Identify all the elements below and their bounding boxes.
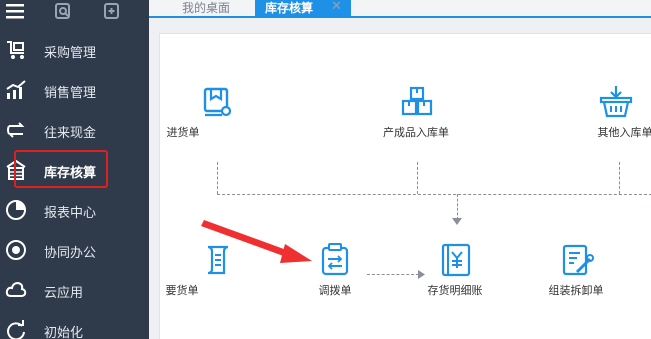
- menu-icon[interactable]: [6, 3, 24, 23]
- sales-chart-icon: [5, 79, 27, 101]
- refresh-icon: [5, 319, 27, 339]
- sidebar-item-sales[interactable]: 销售管理: [0, 70, 149, 110]
- flow-node-ledger[interactable]: 存货明细账: [400, 242, 510, 312]
- flow-node-label: 进货单: [166, 126, 200, 139]
- tab-label: 库存核算: [265, 1, 314, 15]
- annotation-arrow-icon: [201, 220, 312, 263]
- flow-node-finished-goods[interactable]: 产成品入库单: [362, 84, 472, 154]
- sidebar-toolbar: [0, 0, 149, 22]
- sidebar-item-label: 往来现金: [44, 126, 97, 141]
- add-page-icon[interactable]: [103, 3, 121, 23]
- clipboard-transfer-icon: [317, 242, 353, 278]
- exchange-arrows-icon: [5, 119, 27, 141]
- flow-node-label: 调拨单: [318, 284, 352, 297]
- pie-report-icon: [5, 199, 27, 221]
- flow-node-assembly[interactable]: 组装拆卸单: [519, 242, 629, 312]
- search-doc-icon[interactable]: [54, 3, 72, 23]
- sidebar-item-label: 云应用: [44, 286, 84, 301]
- ledger-yen-icon: [438, 242, 474, 278]
- flow-node-other-inbound[interactable]: 其他入库单: [564, 84, 651, 154]
- connector-line: [417, 162, 418, 194]
- sidebar-item-label: 采购管理: [44, 46, 97, 61]
- inventory-flow-panel: 进货单 产成品入库单 其他入库单 要货单 调拨单 存货明细账 组装拆卸单: [159, 33, 651, 339]
- collaboration-icon: [5, 239, 27, 261]
- tab-close-icon[interactable]: ✕: [331, 0, 342, 15]
- sidebar-item-label: 协同办公: [44, 246, 97, 261]
- sidebar-item-cash[interactable]: 往来现金: [0, 110, 149, 150]
- flow-node-label: 产成品入库单: [383, 126, 449, 139]
- sidebar-item-label: 初始化: [44, 326, 84, 339]
- assembly-doc-icon: [559, 242, 595, 278]
- flow-node-label: 存货明细账: [427, 284, 483, 297]
- flow-node-label: 要货单: [165, 284, 199, 297]
- arrow-down-icon: [452, 218, 462, 225]
- tab-bar: 我的桌面 库存核算 ✕: [149, 0, 651, 18]
- boxes-icon: [399, 84, 435, 120]
- connector-line: [619, 162, 620, 194]
- sidebar-item-init[interactable]: 初始化: [0, 310, 149, 339]
- sidebar-item-reports[interactable]: 报表中心: [0, 190, 149, 230]
- flow-node-purchase-receipt[interactable]: 进货单: [162, 84, 272, 154]
- cloud-icon: [5, 279, 27, 301]
- tab-desktop[interactable]: 我的桌面: [182, 0, 230, 16]
- connector-line: [217, 162, 218, 194]
- basket-in-icon: [598, 84, 634, 120]
- sidebar-item-label: 销售管理: [44, 86, 97, 101]
- flow-node-label: 其他入库单: [597, 126, 651, 139]
- connector-line: [457, 194, 458, 220]
- purchase-receipt-icon: [199, 84, 235, 120]
- sidebar-item-collab[interactable]: 协同办公: [0, 230, 149, 270]
- purchase-cart-icon: [5, 39, 27, 61]
- highlight-box: [14, 150, 108, 188]
- connector-line: [217, 194, 651, 195]
- flow-node-label: 组装拆卸单: [548, 284, 604, 297]
- sidebar-item-purchase[interactable]: 采购管理: [0, 30, 149, 70]
- sidebar-item-label: 报表中心: [44, 206, 97, 221]
